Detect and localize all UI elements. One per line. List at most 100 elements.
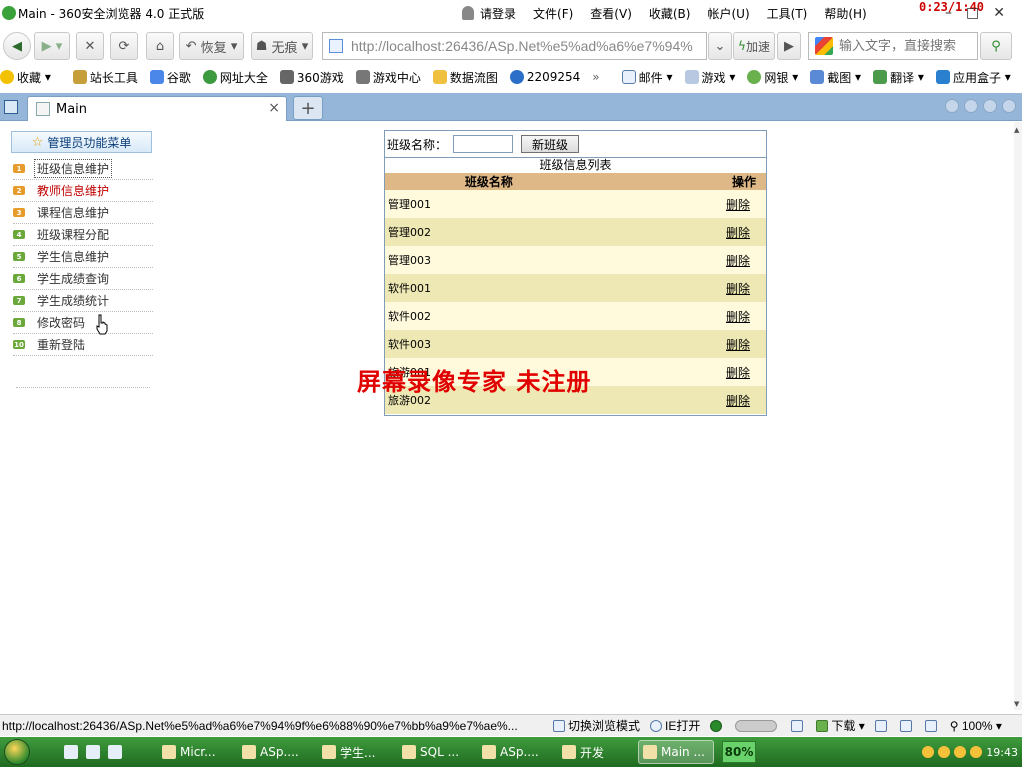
bookmark-item[interactable]: 网银 ▾ bbox=[747, 69, 798, 86]
bookmark-item[interactable]: 网址大全 bbox=[202, 69, 268, 86]
refresh-button[interactable]: ⟳ bbox=[110, 32, 138, 60]
maximize-button[interactable]: □ bbox=[966, 5, 979, 21]
sidebar-item[interactable]: 7 学生成绩统计 bbox=[13, 290, 153, 312]
hand-cursor-icon bbox=[96, 314, 108, 335]
bookmark-item[interactable]: 截图 ▾ bbox=[810, 69, 861, 86]
back-button[interactable]: ◀ bbox=[3, 32, 31, 60]
clock[interactable]: 19:43 bbox=[986, 746, 1018, 759]
delete-link[interactable]: 删除 bbox=[726, 366, 750, 380]
menu-view[interactable]: 查看(V) bbox=[590, 5, 632, 22]
sidebar-item[interactable]: 10 重新登陆 bbox=[13, 334, 153, 356]
tray-icon[interactable] bbox=[938, 746, 951, 758]
vertical-scrollbar[interactable]: ▲ ▼ bbox=[1014, 122, 1022, 710]
close-all-tabs-icon[interactable] bbox=[1002, 99, 1016, 113]
start-button[interactable] bbox=[0, 737, 34, 767]
delete-link[interactable]: 删除 bbox=[726, 198, 750, 212]
sidebar-item[interactable]: 5 学生信息维护 bbox=[13, 246, 153, 268]
volume-button[interactable] bbox=[924, 719, 940, 732]
bookmark-item[interactable]: 360游戏 bbox=[279, 69, 344, 86]
tab-list-icon[interactable] bbox=[983, 99, 997, 113]
zoom-button[interactable]: ⚲ 100% ▾ bbox=[950, 719, 1002, 733]
sidebar-item[interactable]: 2 教师信息维护 bbox=[13, 180, 153, 202]
security-button[interactable] bbox=[710, 719, 725, 732]
close-window-button[interactable]: ✕ bbox=[993, 5, 1005, 21]
bookmark-item[interactable]: 游戏 ▾ bbox=[684, 69, 735, 86]
tab-scroll-left-icon[interactable] bbox=[945, 99, 959, 113]
network-button[interactable] bbox=[791, 719, 806, 732]
delete-link[interactable]: 删除 bbox=[726, 394, 750, 408]
home-button[interactable]: ⌂ bbox=[146, 32, 174, 60]
forward-button[interactable]: ▶ ▾ bbox=[34, 32, 70, 60]
menu-help[interactable]: 帮助(H) bbox=[824, 5, 866, 22]
bookmark-item[interactable]: 谷歌 bbox=[149, 69, 191, 86]
tab-main[interactable]: Main × bbox=[27, 96, 287, 121]
accelerate-button[interactable]: ϟ 加速 bbox=[733, 32, 775, 60]
bookmark-item[interactable]: 邮件 ▾ bbox=[621, 69, 673, 86]
bookmark-item[interactable]: 应用盒子 ▾ bbox=[935, 69, 1011, 86]
scroll-up-icon[interactable]: ▲ bbox=[1014, 126, 1019, 134]
taskbar-button[interactable]: SQL ... bbox=[398, 740, 474, 764]
sidebar-item-label: 学生成绩查询 bbox=[37, 272, 110, 286]
taskbar-button[interactable]: 学生... bbox=[318, 740, 394, 764]
scroll-down-icon[interactable]: ▼ bbox=[1014, 700, 1019, 708]
operation-cell: 删除 bbox=[593, 302, 766, 330]
delete-link[interactable]: 删除 bbox=[726, 226, 750, 240]
search-input[interactable] bbox=[839, 38, 969, 54]
taskbar-button[interactable]: Micr... bbox=[158, 740, 234, 764]
switch-mode-button[interactable]: 切换浏览模式 bbox=[553, 717, 640, 734]
address-bar[interactable] bbox=[322, 32, 707, 60]
url-dropdown-button[interactable]: ⌄ bbox=[708, 32, 732, 60]
sidebar-item[interactable]: 6 学生成绩查询 bbox=[13, 268, 153, 290]
delete-link[interactable]: 删除 bbox=[726, 310, 750, 324]
bookmark-item[interactable]: 2209254 bbox=[509, 70, 580, 84]
cache-button[interactable] bbox=[899, 719, 915, 732]
download-button[interactable]: 下载 ▾ bbox=[816, 717, 865, 734]
tab-scroll-right-icon[interactable] bbox=[964, 99, 978, 113]
delete-link[interactable]: 删除 bbox=[726, 254, 750, 268]
menu-tools[interactable]: 工具(T) bbox=[767, 5, 808, 22]
bookmark-item[interactable]: 数据流图 bbox=[432, 69, 498, 86]
bookmark-item[interactable]: 站长工具 bbox=[72, 69, 138, 86]
ie-open-button[interactable]: IE打开 bbox=[650, 717, 700, 734]
tray-icon[interactable] bbox=[970, 746, 983, 758]
sidebar-item[interactable]: 8 修改密码 bbox=[13, 312, 153, 334]
sidebar-item[interactable]: 1 班级信息维护 bbox=[13, 158, 153, 180]
menu-file[interactable]: 文件(F) bbox=[533, 5, 573, 22]
url-input[interactable] bbox=[351, 38, 701, 54]
ie-icon[interactable] bbox=[64, 745, 78, 759]
notrace-button[interactable]: ☗ 无痕 ▾ bbox=[251, 32, 313, 60]
print-button[interactable] bbox=[874, 719, 890, 732]
stop-button[interactable]: ✕ bbox=[76, 32, 104, 60]
delete-link[interactable]: 删除 bbox=[726, 338, 750, 352]
mode-toggle[interactable] bbox=[735, 719, 778, 732]
sidebar-item[interactable]: 4 班级课程分配 bbox=[13, 224, 153, 246]
bookmark-item[interactable]: 翻译 ▾ bbox=[873, 69, 924, 86]
menu-account[interactable]: 帐户(U) bbox=[707, 5, 749, 22]
new-class-button[interactable]: 新班级 bbox=[521, 135, 580, 153]
favorites-menu[interactable]: 收藏 ▾ bbox=[0, 69, 51, 86]
taskbar-button[interactable]: ASp.... bbox=[238, 740, 314, 764]
delete-link[interactable]: 删除 bbox=[726, 282, 750, 296]
go-button[interactable]: ▶ bbox=[777, 32, 801, 60]
desktop-icon[interactable] bbox=[86, 745, 100, 759]
more-bookmarks-button[interactable]: » bbox=[592, 70, 599, 84]
taskbar-button[interactable]: ASp.... bbox=[478, 740, 554, 764]
search-box[interactable] bbox=[808, 32, 978, 60]
sidebar-item[interactable]: 3 课程信息维护 bbox=[13, 202, 153, 224]
incognito-icon: ☗ bbox=[255, 38, 272, 54]
restore-button[interactable]: ↶ 恢复 ▾ bbox=[179, 32, 244, 60]
tray-icon[interactable] bbox=[954, 746, 967, 758]
menu-favorites[interactable]: 收藏(B) bbox=[649, 5, 691, 22]
sidebar-toggle-icon[interactable] bbox=[4, 100, 18, 114]
new-tab-button[interactable]: + bbox=[293, 96, 323, 120]
taskbar-button[interactable]: Main ... bbox=[638, 740, 714, 764]
search-button[interactable]: ⚲ bbox=[980, 32, 1012, 60]
search-icon[interactable] bbox=[108, 745, 122, 759]
close-tab-button[interactable]: × bbox=[268, 100, 280, 116]
tray-icon[interactable] bbox=[922, 746, 935, 758]
login-link[interactable]: 请登录 bbox=[462, 5, 516, 22]
class-name-input[interactable] bbox=[453, 135, 514, 153]
taskbar-button[interactable]: 开发 bbox=[558, 740, 634, 764]
bookmark-item[interactable]: 游戏中心 bbox=[355, 69, 421, 86]
minimize-button[interactable]: – bbox=[945, 5, 952, 21]
